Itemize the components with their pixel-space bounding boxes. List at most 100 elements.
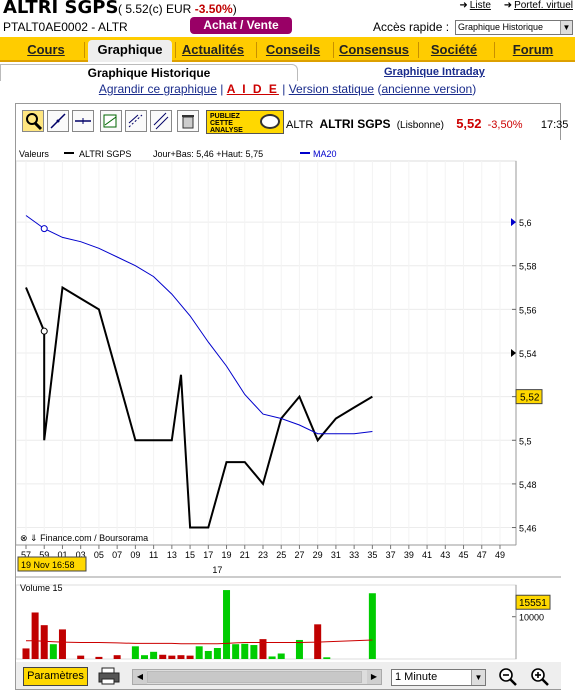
chart-links: Agrandir ce graphique | A I D E | Versio… (0, 82, 575, 96)
tab-actualites[interactable]: Actualités (178, 40, 248, 62)
y-tick-label: 5,5 (519, 436, 532, 446)
x-tick-label: 11 (149, 550, 158, 560)
y-tick-label: 5,6 (519, 218, 532, 228)
tab-consensus[interactable]: Consensus (337, 40, 411, 62)
volume-bar (31, 612, 39, 659)
price-suffix: ) (232, 2, 237, 16)
volume-bar (40, 625, 48, 659)
nav-divider (494, 42, 495, 58)
version-statique-link[interactable]: Version statique (289, 82, 374, 96)
x-tick-label: 29 (313, 550, 323, 560)
x-tick-label: 39 (404, 550, 414, 560)
portef-arrow-icon: ➜ (503, 0, 513, 11)
acces-rapide-value: Graphique Historique (458, 22, 544, 32)
legend-stats: Jour+Bas: 5,46 +Haut: 5,75 (153, 149, 263, 159)
tab-cours[interactable]: Cours (14, 40, 78, 62)
chevron-down-icon[interactable]: ▼ (560, 21, 572, 34)
stock-title: ALTRI SGPS (3, 0, 119, 18)
isin-code: PTALT0AE0002 - ALTR (3, 20, 128, 34)
trend-line-icon[interactable] (47, 110, 69, 132)
y-tick-label: 5,56 (519, 305, 537, 315)
tab-graphique[interactable]: Graphique (88, 40, 172, 62)
fibonacci-icon[interactable] (125, 110, 147, 132)
zoom-in-icon[interactable] (529, 667, 551, 687)
channel-icon[interactable] (150, 110, 172, 132)
volume-bar (49, 644, 57, 659)
tab-conseils[interactable]: Conseils (260, 40, 326, 62)
price-chart[interactable]: Valeurs ALTRI SGPS Jour+Bas: 5,46 +Haut:… (16, 140, 561, 662)
chevron-down-icon[interactable]: ▼ (471, 670, 485, 685)
volume-bar (186, 655, 194, 659)
volume-title: Volume 15 (20, 583, 63, 593)
portefeuille-link[interactable]: Portef. virtuel (514, 0, 573, 11)
y-tick-label: 5,48 (519, 480, 537, 490)
volume-bar (95, 656, 103, 659)
scroll-right-icon[interactable]: ▶ (367, 670, 381, 684)
x-tick-label: 09 (130, 550, 140, 560)
x-tick-label: 41 (422, 550, 432, 560)
x-tick-label: 13 (167, 550, 177, 560)
volume-bar (113, 655, 121, 659)
toolbar-time: 17:35 (540, 119, 569, 131)
x-tick-label: 19 (222, 550, 232, 560)
toolbar-market: (Lisbonne) (396, 120, 444, 131)
subtab-intraday[interactable]: Graphique Intraday (384, 66, 485, 78)
parametres-button[interactable]: Paramètres (23, 667, 88, 686)
toolbar-price: 5,52 (456, 116, 482, 131)
volume-bar (58, 629, 66, 659)
aide-link[interactable]: A I D E (227, 82, 279, 96)
publiez-analyse-button[interactable]: PUBLIEZ CETTE ANALYSE (206, 110, 284, 134)
volume-bar (250, 645, 258, 659)
x-tick-label: 47 (477, 550, 487, 560)
liste-link[interactable]: Liste (470, 0, 491, 11)
agrandir-link[interactable]: Agrandir ce graphique (99, 82, 217, 96)
scroll-thumb[interactable] (147, 671, 362, 683)
achat-vente-button[interactable]: Achat / Vente (190, 17, 292, 34)
toolbar-ticker: ALTR (286, 119, 314, 131)
zoom-out-icon[interactable] (497, 667, 519, 687)
price-summary: ( 5.52(c) EUR -3.50%) (118, 2, 237, 16)
indicator-icon[interactable] (100, 110, 122, 132)
price-text: ( 5.52(c) EUR (118, 2, 192, 16)
acces-rapide-label: Accès rapide : (373, 20, 450, 34)
speech-bubble-icon (260, 114, 280, 129)
scroll-left-icon[interactable]: ◀ (133, 670, 147, 684)
trash-icon[interactable] (177, 110, 199, 132)
x-tick-label: 33 (349, 550, 359, 560)
interval-select[interactable]: 1 Minute ▼ (391, 669, 486, 686)
tab-forum[interactable]: Forum (498, 40, 568, 62)
volume-bar (159, 654, 167, 659)
printer-icon[interactable] (98, 667, 120, 685)
volume-bar (223, 590, 231, 659)
chart-controls: Paramètres ◀ ▶ 1 Minute ▼ (16, 662, 561, 689)
zoom-icon[interactable] (22, 110, 44, 132)
x-tick-label: 45 (459, 550, 469, 560)
nav-divider (256, 42, 257, 58)
x-tick-label: 15 (185, 550, 195, 560)
nav-divider (84, 42, 85, 58)
tab-societe[interactable]: Société (422, 40, 486, 62)
chart-toolbar: PUBLIEZ CETTE ANALYSE ALTR ALTRI SGPS (L… (20, 108, 568, 136)
subtab-historique[interactable]: Graphique Historique (0, 64, 298, 81)
horizontal-line-icon[interactable] (72, 110, 94, 132)
acces-rapide-select[interactable]: Graphique Historique ▼ (455, 20, 573, 35)
volume-bar (195, 646, 203, 659)
top-links: ➜ Liste ➜ Portef. virtuel (459, 0, 573, 11)
interval-value: 1 Minute (395, 671, 438, 683)
x-tick-label: 05 (94, 550, 104, 560)
nav-divider (333, 42, 334, 58)
ancienne-version-link[interactable]: ancienne version (381, 82, 472, 96)
ma20-point (40, 225, 48, 233)
nav-divider (175, 42, 176, 58)
volume-y-tick-label: 10000 (519, 613, 544, 623)
x-tick-label: 17 (203, 550, 213, 560)
time-scrollbar[interactable]: ◀ ▶ (132, 669, 382, 685)
x-tick-label: 35 (367, 550, 377, 560)
volume-bar (131, 646, 139, 659)
x-tick-label: 49 (495, 550, 505, 560)
cursor-date-label: 19 Nov 16:58 (21, 560, 75, 570)
current-volume-label: 15551 (519, 598, 547, 609)
legend-series-name: ALTRI SGPS (79, 149, 131, 159)
volume-bar (268, 656, 276, 659)
y-tick-label: 5,58 (519, 262, 537, 272)
